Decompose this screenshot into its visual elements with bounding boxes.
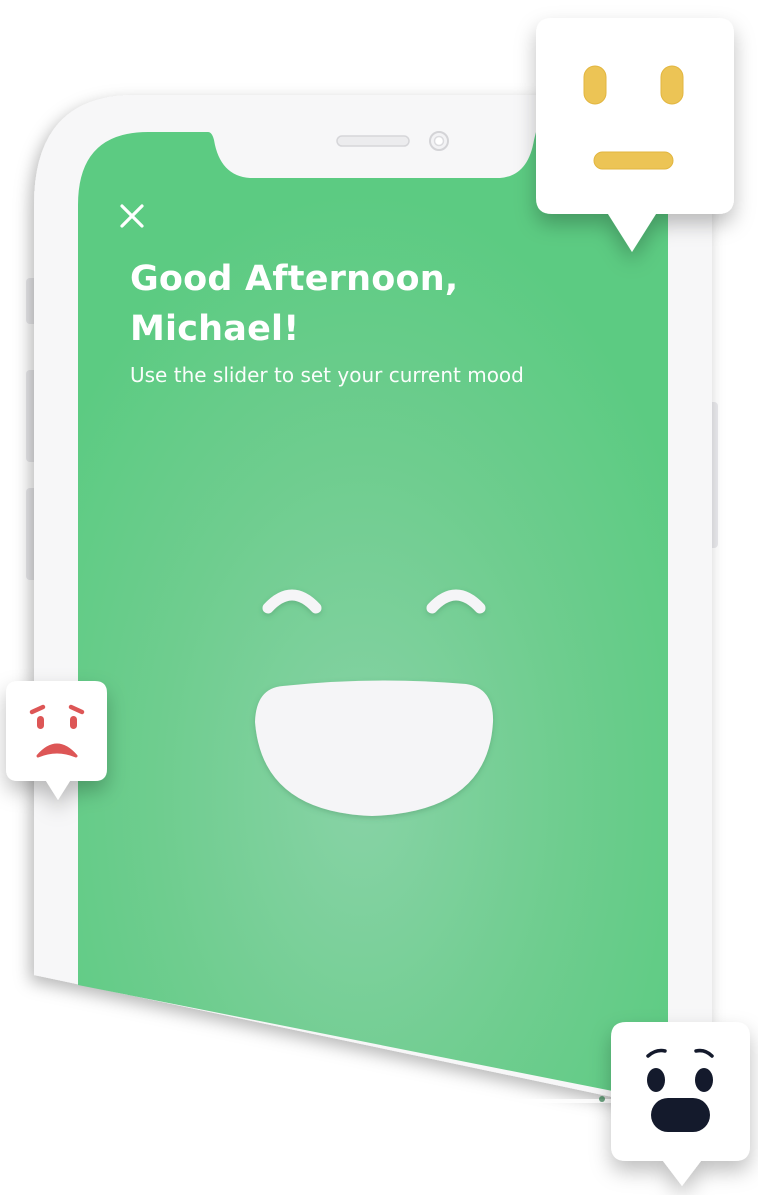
neutral-mouth <box>593 151 674 170</box>
close-icon <box>120 204 144 228</box>
page-title: Good Afternoon, Michael! <box>130 254 650 354</box>
speaker-grille <box>336 135 410 147</box>
mood-tracker-mockup: Good Afternoon, Michael! Use the slider … <box>0 0 758 1195</box>
front-camera-lens <box>433 135 445 147</box>
sad-right-eye <box>70 716 77 729</box>
instruction-text: Use the slider to set your current mood <box>130 363 524 387</box>
neutral-right-eye <box>660 65 684 105</box>
slider-dot <box>599 1096 605 1102</box>
surprised-left-eye <box>647 1068 665 1092</box>
close-button[interactable] <box>114 198 150 234</box>
greeting-line-1: Good Afternoon, <box>130 259 459 299</box>
phone-illustration <box>6 18 750 1186</box>
greeting-line-2: Michael! <box>130 309 300 349</box>
surprised-mouth <box>651 1098 710 1132</box>
surprised-right-eye <box>695 1068 713 1092</box>
neutral-left-eye <box>583 65 607 105</box>
sad-left-eye <box>37 716 44 729</box>
